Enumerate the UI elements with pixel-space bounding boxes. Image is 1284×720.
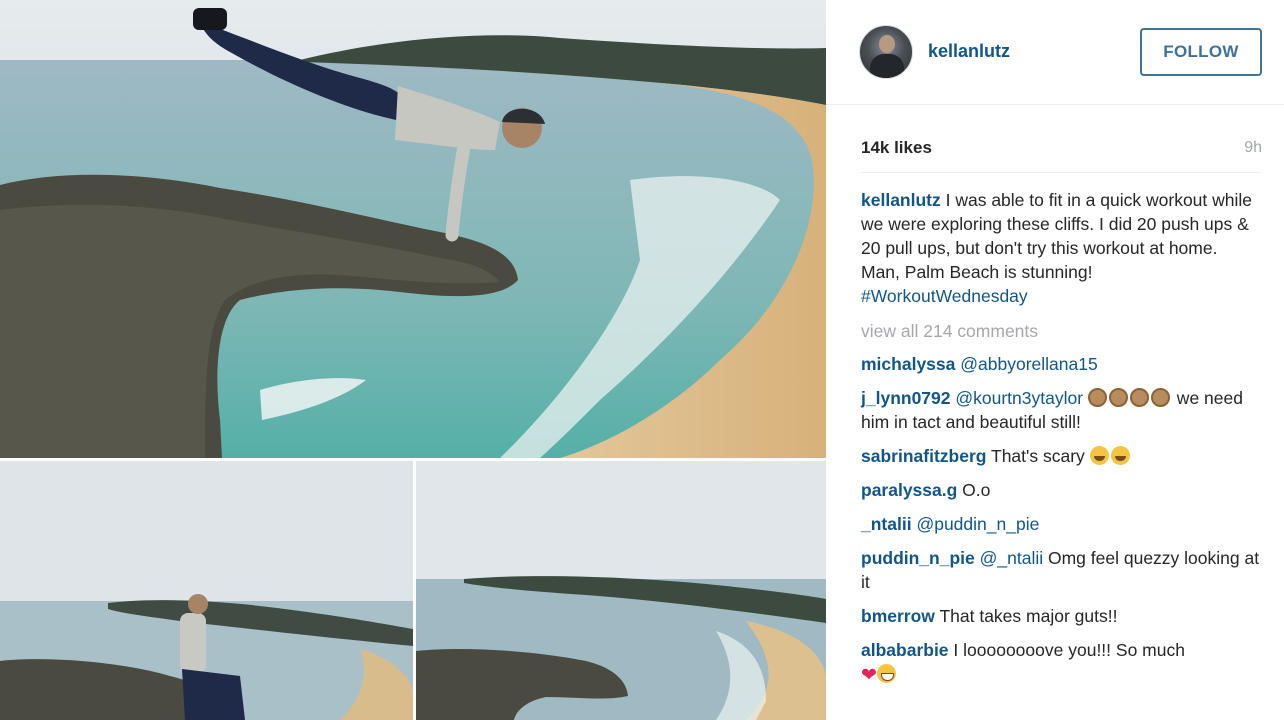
cliff-hanging-photo <box>416 461 826 720</box>
avatar-head <box>879 35 895 53</box>
cliff-standing-photo <box>0 461 413 720</box>
comments-list: kellanlutz I was able to fit in a quick … <box>861 188 1261 698</box>
likes-count[interactable]: 14k likes <box>861 138 932 158</box>
red-heart-icon: ❤ <box>861 665 877 686</box>
main-photo[interactable] <box>0 0 826 458</box>
comment-text: That's scary <box>986 446 1090 466</box>
list-item: paralyssa.g O.o <box>861 478 1261 502</box>
comment-text: I loooooooove you!!! So much <box>948 640 1185 660</box>
tears-of-joy-icon <box>1110 446 1130 465</box>
likes-divider <box>861 172 1261 173</box>
comment-username[interactable]: bmerrow <box>861 606 935 626</box>
avatar-body <box>870 54 904 78</box>
see-no-evil-monkey-icon <box>1150 388 1170 407</box>
collage-photo-right[interactable] <box>416 461 826 720</box>
comment-username[interactable]: albabarbie <box>861 640 949 660</box>
follow-button[interactable]: FOLLOW <box>1140 28 1262 76</box>
post-header: kellanlutz FOLLOW <box>826 0 1284 105</box>
post-caption: kellanlutz I was able to fit in a quick … <box>861 188 1261 308</box>
comment-username[interactable]: _ntalii <box>861 514 912 534</box>
list-item: bmerrow That takes major guts!! <box>861 604 1261 628</box>
comment-mention[interactable]: @_ntalii <box>980 548 1044 568</box>
list-item: albabarbie I loooooooove you!!! So much … <box>861 638 1261 688</box>
comment-mention[interactable]: @puddin_n_pie <box>916 514 1039 534</box>
comment-username[interactable]: j_lynn0792 <box>861 388 951 408</box>
comment-mention[interactable]: @abbyorellana15 <box>960 354 1097 374</box>
list-item: sabrinafitzberg That's scary <box>861 444 1261 468</box>
list-item: michalyssa @abbyorellana15 <box>861 352 1261 376</box>
comment-username[interactable]: sabrinafitzberg <box>861 446 986 466</box>
list-item: j_lynn0792 @kourtn3ytaylor we need him i… <box>861 386 1261 434</box>
comment-text: That takes major guts!! <box>934 606 1118 626</box>
cliff-pushup-photo <box>0 0 826 458</box>
collage-divider-vertical <box>413 461 416 720</box>
post-username[interactable]: kellanlutz <box>928 41 1010 62</box>
avatar[interactable] <box>859 25 913 79</box>
tears-of-joy-icon <box>1089 446 1109 465</box>
caption-username[interactable]: kellanlutz <box>861 190 941 210</box>
comment-mention[interactable]: @kourtn3ytaylor <box>955 388 1083 408</box>
see-no-evil-monkey-icon <box>1087 388 1107 407</box>
see-no-evil-monkey-icon <box>1129 388 1149 407</box>
see-no-evil-monkey-icon <box>1108 388 1128 407</box>
grinning-icon <box>876 664 896 683</box>
comment-username[interactable]: paralyssa.g <box>861 480 957 500</box>
caption-hashtag[interactable]: #WorkoutWednesday <box>861 286 1028 306</box>
post-sidebar: kellanlutz FOLLOW 14k likes 9h kellanlut… <box>826 0 1284 720</box>
list-item: _ntalii @puddin_n_pie <box>861 512 1261 536</box>
list-item: puddin_n_pie @_ntalii Omg feel quezzy lo… <box>861 546 1261 594</box>
post-time: 9h <box>1244 139 1262 156</box>
comment-username[interactable]: michalyssa <box>861 354 955 374</box>
collage-photo-left[interactable] <box>0 461 413 720</box>
comment-username[interactable]: puddin_n_pie <box>861 548 975 568</box>
comment-text: O.o <box>957 480 991 500</box>
view-all-comments-link[interactable]: view all 214 comments <box>861 319 1261 343</box>
